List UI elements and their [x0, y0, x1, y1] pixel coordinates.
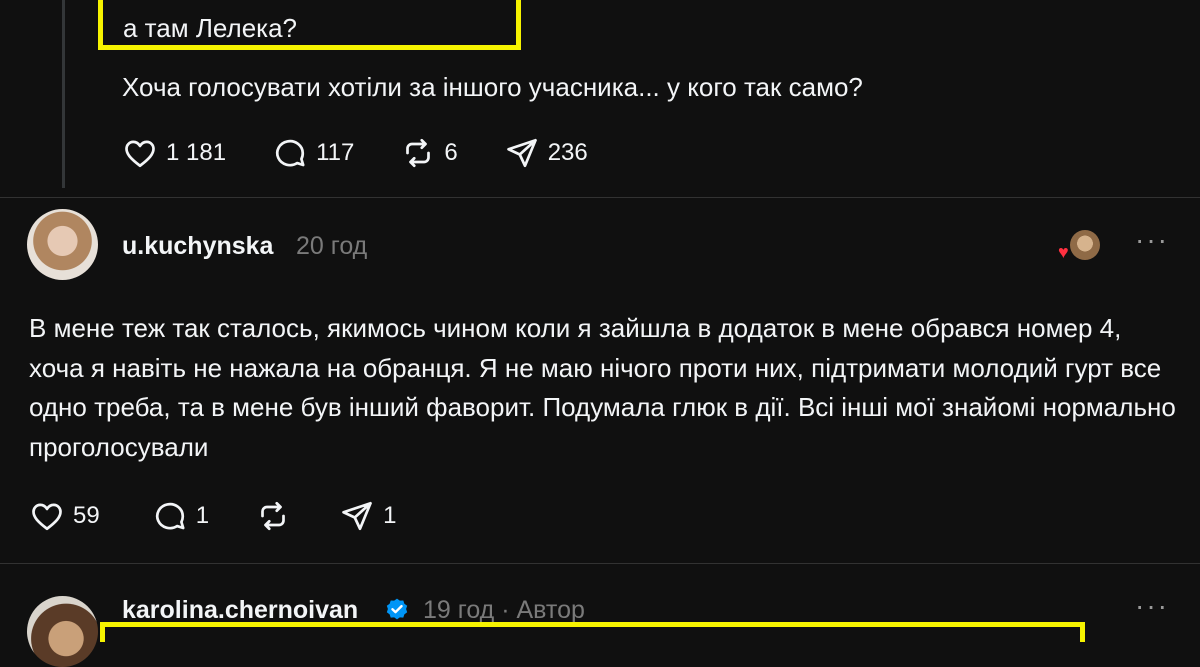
like-button[interactable]: 1 181 [122, 135, 226, 171]
separator-dot: · [501, 596, 510, 624]
avatar[interactable] [27, 596, 98, 667]
like-count: 1 181 [166, 139, 227, 166]
more-options-button[interactable]: ··· [1135, 224, 1169, 256]
heart-icon [32, 503, 62, 531]
heart-badge-icon: ♥ [1058, 242, 1069, 262]
avatar[interactable] [27, 209, 98, 280]
repost-button[interactable] [255, 498, 291, 534]
comment-icon [276, 139, 305, 167]
thread-line [62, 0, 65, 188]
author-label: Автор [516, 596, 585, 624]
verified-badge-icon [386, 598, 408, 620]
timestamp: 19 год [423, 596, 495, 624]
comment-actions: 59 1 1 [29, 498, 396, 534]
reply-count: 117 [316, 139, 355, 166]
username[interactable]: u.kuchynska [122, 232, 273, 261]
share-count: 236 [547, 139, 588, 166]
share-button[interactable]: 236 [504, 135, 588, 171]
repost-icon [261, 501, 285, 531]
more-options-button[interactable]: ··· [1135, 590, 1169, 622]
highlight-box [100, 622, 1085, 642]
repost-button[interactable]: 6 [400, 135, 458, 171]
timestamp: 20 год [296, 232, 368, 260]
divider [0, 563, 1200, 564]
repost-count: 6 [444, 139, 458, 166]
liked-by-author-avatar [1070, 230, 1100, 260]
comment-text: В мене теж так сталось, якимось чином ко… [29, 313, 1176, 462]
share-count: 1 [383, 502, 397, 529]
post-actions: 1 181 117 6 236 [122, 135, 634, 171]
username[interactable]: karolina.chernoivan [122, 596, 358, 625]
reply-count: 1 [195, 502, 210, 529]
divider [0, 197, 1200, 198]
reply-button[interactable]: 117 [272, 135, 354, 171]
like-button[interactable]: 59 [29, 498, 100, 534]
send-icon [342, 501, 372, 531]
like-count: 59 [73, 502, 100, 529]
reply-button[interactable]: 1 [152, 498, 209, 534]
repost-icon [406, 138, 431, 168]
post-text: Хоча голосувати хотіли за іншого учасник… [122, 72, 863, 102]
share-button[interactable]: 1 [339, 498, 396, 534]
heart-icon [125, 140, 155, 168]
timestamp-author: 19 год · Автор [423, 596, 585, 625]
send-icon [506, 138, 537, 168]
comment-icon [155, 502, 185, 530]
quoted-text: а там Лелека? [123, 13, 298, 43]
